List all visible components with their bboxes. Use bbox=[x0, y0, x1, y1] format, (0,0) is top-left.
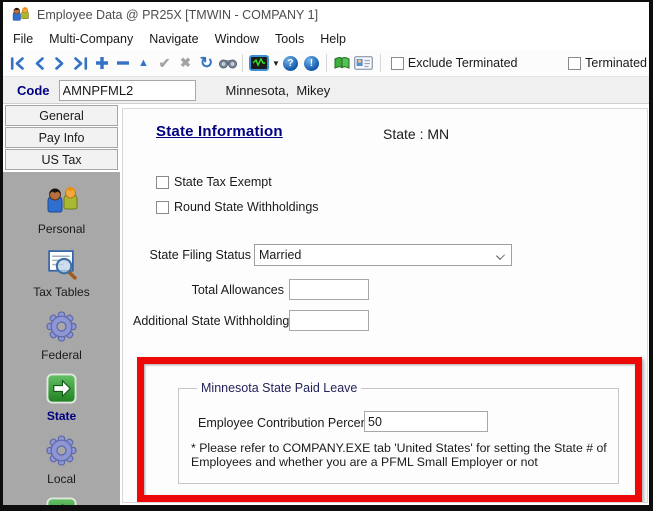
manual-book-icon[interactable] bbox=[331, 53, 352, 73]
sidebar-item-tax-tables[interactable]: Tax Tables bbox=[33, 247, 90, 299]
gear-icon bbox=[45, 434, 78, 467]
state-tax-exempt-checkbox-box[interactable] bbox=[156, 175, 169, 189]
sidebar-item-federal[interactable]: Federal bbox=[41, 310, 82, 362]
toolbar: ▲ ✔ ✖ ↻ ▼ ? ! Exclude Terminated Termina… bbox=[3, 50, 649, 76]
additional-state-withholding-label: Additional State Withholding bbox=[133, 314, 290, 328]
menu-multi-company[interactable]: Multi-Company bbox=[41, 29, 141, 49]
accept-icon[interactable]: ✔ bbox=[154, 53, 175, 73]
employee-contribution-percentage-input[interactable] bbox=[364, 411, 488, 432]
sidebar-item-label: Federal bbox=[41, 348, 82, 362]
window-title: Employee Data @ PR25X [TMWIN - COMPANY 1… bbox=[37, 7, 319, 22]
help-icon[interactable]: ? bbox=[280, 53, 301, 73]
green-arrow-icon bbox=[46, 497, 77, 505]
app-logo-people-icon bbox=[12, 6, 29, 23]
refresh-icon[interactable]: ↻ bbox=[196, 53, 217, 73]
round-state-withholdings-label: Round State Withholdings bbox=[174, 200, 319, 214]
minnesota-paid-leave-title: Minnesota State Paid Leave bbox=[197, 381, 362, 395]
menu-file[interactable]: File bbox=[5, 29, 41, 49]
people-icon bbox=[46, 185, 78, 217]
last-record-icon[interactable] bbox=[70, 53, 91, 73]
state-code-value: State : MN bbox=[383, 126, 450, 142]
pfml-note-line1: * Please refer to COMPANY.EXE tab 'Unite… bbox=[191, 441, 607, 455]
employee-card-icon[interactable] bbox=[352, 53, 376, 73]
code-label: Code bbox=[17, 82, 50, 98]
state-information-heading[interactable]: State Information bbox=[156, 123, 283, 140]
chevron-down-icon bbox=[496, 251, 505, 260]
state-filing-status-dropdown[interactable]: Married bbox=[254, 244, 512, 266]
tab-general[interactable]: General bbox=[5, 105, 118, 126]
state-information-panel: State Information State : MN State Tax E… bbox=[122, 108, 648, 503]
gear-icon bbox=[45, 310, 78, 343]
left-column: General Pay Info US Tax Personal Tax Tab… bbox=[3, 104, 122, 505]
monitor-dropdown-arrow-icon[interactable]: ▼ bbox=[272, 59, 280, 68]
round-state-withholdings-checkbox-box[interactable] bbox=[156, 200, 169, 214]
state-tax-exempt-checkbox[interactable]: State Tax Exempt bbox=[156, 175, 272, 189]
cancel-icon[interactable]: ✖ bbox=[175, 53, 196, 73]
sidebar-item-label: State bbox=[46, 409, 77, 423]
toolbar-separator bbox=[325, 54, 327, 72]
about-orb: ! bbox=[303, 55, 319, 71]
total-allowances-label: Total Allowances bbox=[191, 283, 284, 297]
exclude-terminated-label: Exclude Terminated bbox=[407, 56, 518, 70]
add-icon[interactable] bbox=[91, 53, 112, 73]
sidebar-item-label: Local bbox=[47, 472, 76, 486]
body: General Pay Info US Tax Personal Tax Tab… bbox=[3, 104, 649, 505]
toolbar-separator bbox=[379, 54, 381, 72]
menu-bar: File Multi-Company Navigate Window Tools… bbox=[3, 27, 649, 50]
state-filing-status-label: State Filing Status bbox=[149, 248, 251, 262]
tab-us-tax[interactable]: US Tax bbox=[5, 149, 118, 170]
sidebar-item-state[interactable]: State bbox=[46, 373, 77, 423]
remove-icon[interactable] bbox=[112, 53, 133, 73]
move-up-icon[interactable]: ▲ bbox=[133, 53, 154, 73]
terminated-label: Terminated bbox=[585, 56, 647, 70]
find-binoculars-icon[interactable] bbox=[217, 53, 238, 73]
sidebar-item-personal[interactable]: Personal bbox=[38, 185, 85, 236]
menu-window[interactable]: Window bbox=[207, 29, 267, 49]
activity-monitor-icon[interactable] bbox=[247, 53, 271, 73]
minnesota-paid-leave-groupbox: Minnesota State Paid Leave Employee Cont… bbox=[178, 381, 619, 484]
menu-help[interactable]: Help bbox=[312, 29, 354, 49]
employee-contribution-percentage-label: Employee Contribution Percentage bbox=[198, 416, 392, 430]
menu-tools[interactable]: Tools bbox=[267, 29, 312, 49]
sidebar-item-label: Personal bbox=[37, 222, 86, 236]
about-icon[interactable]: ! bbox=[301, 53, 322, 73]
help-orb: ? bbox=[282, 55, 298, 71]
tax-tables-icon bbox=[45, 247, 78, 280]
sidebar-item-label: Tax Tables bbox=[33, 285, 90, 299]
previous-record-icon[interactable] bbox=[28, 53, 49, 73]
menu-navigate[interactable]: Navigate bbox=[141, 29, 206, 49]
next-record-icon[interactable] bbox=[49, 53, 70, 73]
exclude-terminated-checkbox[interactable]: Exclude Terminated bbox=[390, 56, 518, 70]
first-record-icon[interactable] bbox=[7, 53, 28, 73]
sidebar-item-local[interactable]: Local bbox=[45, 434, 78, 486]
title-bar: Employee Data @ PR25X [TMWIN - COMPANY 1… bbox=[3, 2, 649, 27]
code-input[interactable] bbox=[58, 79, 196, 101]
state-tax-exempt-label: State Tax Exempt bbox=[174, 175, 272, 189]
state-filing-status-value: Married bbox=[259, 248, 302, 262]
round-state-withholdings-checkbox[interactable]: Round State Withholdings bbox=[156, 200, 319, 214]
code-row: Code Minnesota, Mikey bbox=[3, 76, 649, 104]
terminated-checkbox[interactable]: Terminated bbox=[568, 56, 647, 70]
pfml-note-line2: Employees and whether you are a PFML Sma… bbox=[191, 455, 538, 469]
exclude-terminated-checkbox-box[interactable] bbox=[390, 56, 404, 70]
total-allowances-input[interactable] bbox=[289, 279, 369, 300]
sidebar-item-partial[interactable] bbox=[46, 497, 77, 505]
toolbar-separator bbox=[242, 54, 243, 72]
terminated-checkbox-box[interactable] bbox=[568, 56, 582, 70]
tab-pay-info[interactable]: Pay Info bbox=[5, 127, 118, 148]
app-window: Employee Data @ PR25X [TMWIN - COMPANY 1… bbox=[0, 0, 653, 511]
green-arrow-icon bbox=[46, 373, 77, 404]
additional-state-withholding-input[interactable] bbox=[289, 310, 369, 331]
us-tax-sidebar: Personal Tax Tables Federal State Local bbox=[3, 172, 120, 505]
tab-strip: General Pay Info US Tax bbox=[3, 104, 122, 171]
employee-name: Minnesota, Mikey bbox=[225, 82, 331, 98]
